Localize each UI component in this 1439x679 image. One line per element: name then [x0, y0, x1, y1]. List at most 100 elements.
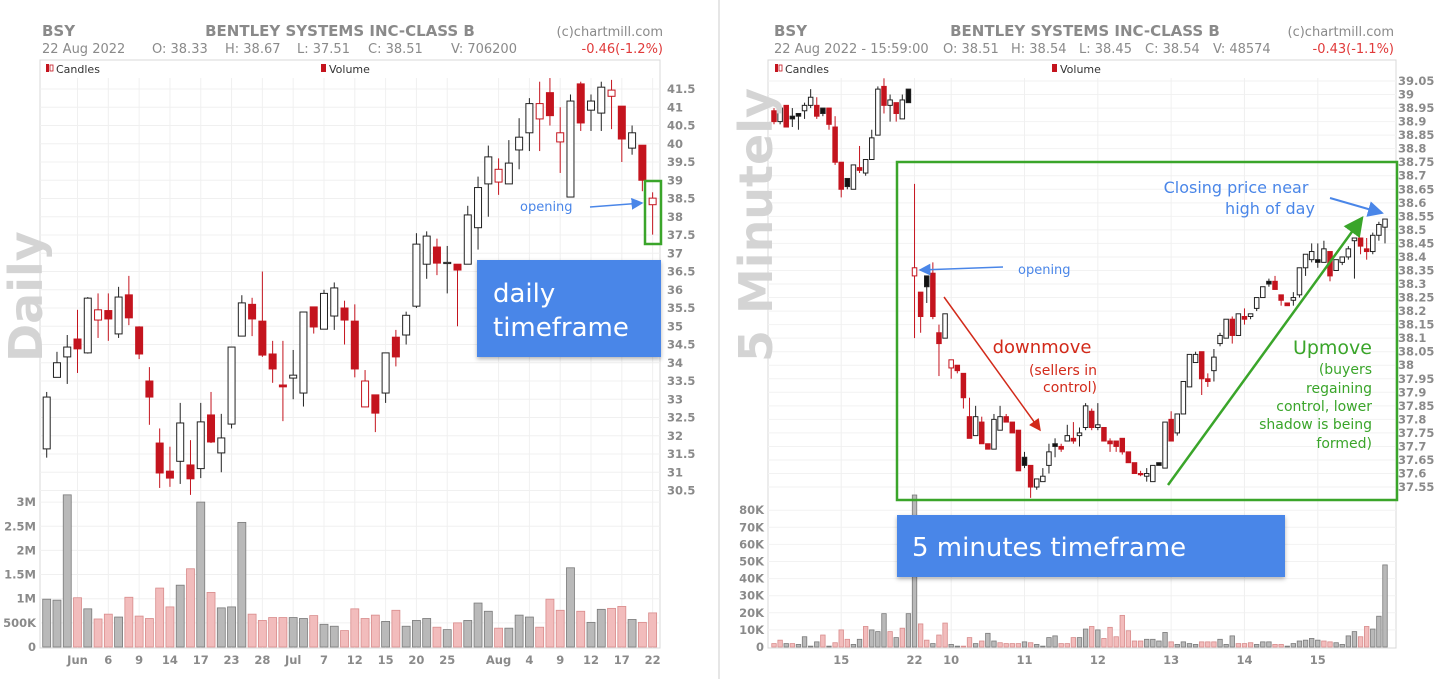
candle-body [917, 291, 924, 318]
volume-bar [856, 638, 863, 648]
price-tick-label: 38.45 [1398, 236, 1434, 250]
volume-bar [1058, 643, 1064, 648]
price-tick-label: 38.7 [1398, 169, 1426, 183]
candle-body [856, 167, 863, 171]
date-tick-label: 4 [525, 653, 533, 667]
volume-bar [360, 618, 370, 648]
candle-body [402, 314, 411, 336]
candle-body [930, 272, 936, 318]
volume-bar [966, 637, 973, 648]
candle [1015, 429, 1022, 472]
volume-bar [1376, 615, 1382, 648]
price-tick-label: 37.55 [1398, 480, 1434, 494]
candle-body [340, 307, 349, 321]
volume-bar [62, 494, 72, 648]
candle-body [1021, 456, 1028, 466]
candle-body [887, 99, 893, 106]
candle-body [176, 422, 185, 462]
volume-bar [887, 631, 893, 648]
date-tick-label: 9 [135, 653, 143, 667]
candle-body [597, 86, 606, 114]
price-tick-label: 35 [667, 319, 683, 333]
date-tick-label: 20 [408, 653, 424, 667]
volume-bar [381, 621, 391, 648]
volume-bar [1205, 641, 1211, 648]
volume-bar [1003, 643, 1009, 648]
candle-body [1131, 462, 1138, 475]
candle-body [1321, 248, 1327, 263]
volume-bar [1321, 640, 1327, 648]
volume-bar [960, 645, 967, 648]
date-tick-label: Aug [486, 653, 511, 667]
candle-body [165, 470, 174, 479]
volume-bar [134, 615, 144, 648]
volume-bar [42, 598, 52, 648]
candle-body [135, 326, 144, 355]
volume-bar [514, 614, 524, 648]
candle-body [186, 464, 195, 480]
candle-body [1113, 440, 1119, 447]
candle-body [474, 187, 483, 229]
candle-body [954, 364, 961, 372]
volume-bar [826, 645, 832, 648]
volume-bar [504, 627, 514, 648]
upmove-annotation-line2: (buyers [1319, 362, 1372, 378]
volume-bar [875, 631, 881, 648]
volume-bar [1027, 642, 1034, 648]
price-tick-label: 37.75 [1398, 426, 1434, 440]
time-axis: 15 22 10 11 12 13 14 15 [833, 653, 1326, 667]
candle [566, 94, 575, 198]
candle-body [972, 416, 979, 437]
candle-body [1168, 418, 1174, 442]
candle-body [948, 359, 954, 369]
candle-body [801, 104, 808, 112]
candle-body [814, 104, 820, 117]
quote-low: L: 38.45 [1079, 42, 1132, 57]
volume-bar [814, 641, 820, 648]
candles-legend-icon [49, 64, 54, 72]
volume-bar [432, 626, 442, 648]
volume-bar [1241, 643, 1248, 648]
candle-body [1308, 251, 1315, 261]
candle-body [63, 346, 72, 358]
price-tick-label: 38.9 [1398, 115, 1426, 129]
price-tick-label: 38.75 [1398, 155, 1434, 169]
upmove-annotation-line3: regaining [1306, 381, 1372, 397]
volume-tick-label: 50K [739, 555, 765, 569]
volume-tick-label: 30K [739, 589, 765, 603]
source-credit: (c)chartmill.com [557, 25, 663, 40]
quote-volume: V: 48574 [1213, 42, 1271, 57]
candle-body [196, 421, 205, 470]
candle-body [1143, 473, 1150, 477]
date-tick-label: 17 [614, 653, 630, 667]
volume-bar [442, 629, 452, 648]
candle-body [638, 144, 647, 181]
volume-bar [1278, 644, 1284, 648]
volume-bar [1174, 644, 1180, 648]
candle [1260, 286, 1266, 299]
candle-body [997, 416, 1003, 431]
candle-body [911, 267, 918, 277]
candle-body [1272, 280, 1278, 290]
candle-body [299, 311, 308, 394]
candle-body [820, 107, 826, 114]
volume-bar [144, 618, 154, 648]
date-tick-label: 14 [162, 653, 178, 667]
candle [1009, 421, 1016, 434]
candle [1296, 267, 1303, 298]
candle-body [535, 103, 544, 120]
volume-bar [869, 629, 875, 648]
candle-body [114, 296, 123, 335]
price-tick-label: 32.5 [667, 411, 695, 425]
volume-bar [319, 623, 329, 648]
volume-bar [1034, 644, 1040, 648]
volume-bar [1137, 640, 1144, 648]
candle-body [1058, 445, 1064, 450]
volume-bar [1131, 640, 1138, 648]
candle-body [1003, 416, 1009, 423]
candle-body [893, 102, 899, 114]
price-tick-label: 37.6 [1398, 467, 1426, 481]
volume-bar [808, 645, 814, 648]
volume-tick-label: 1.5M [4, 568, 36, 582]
candle-body [463, 214, 472, 265]
